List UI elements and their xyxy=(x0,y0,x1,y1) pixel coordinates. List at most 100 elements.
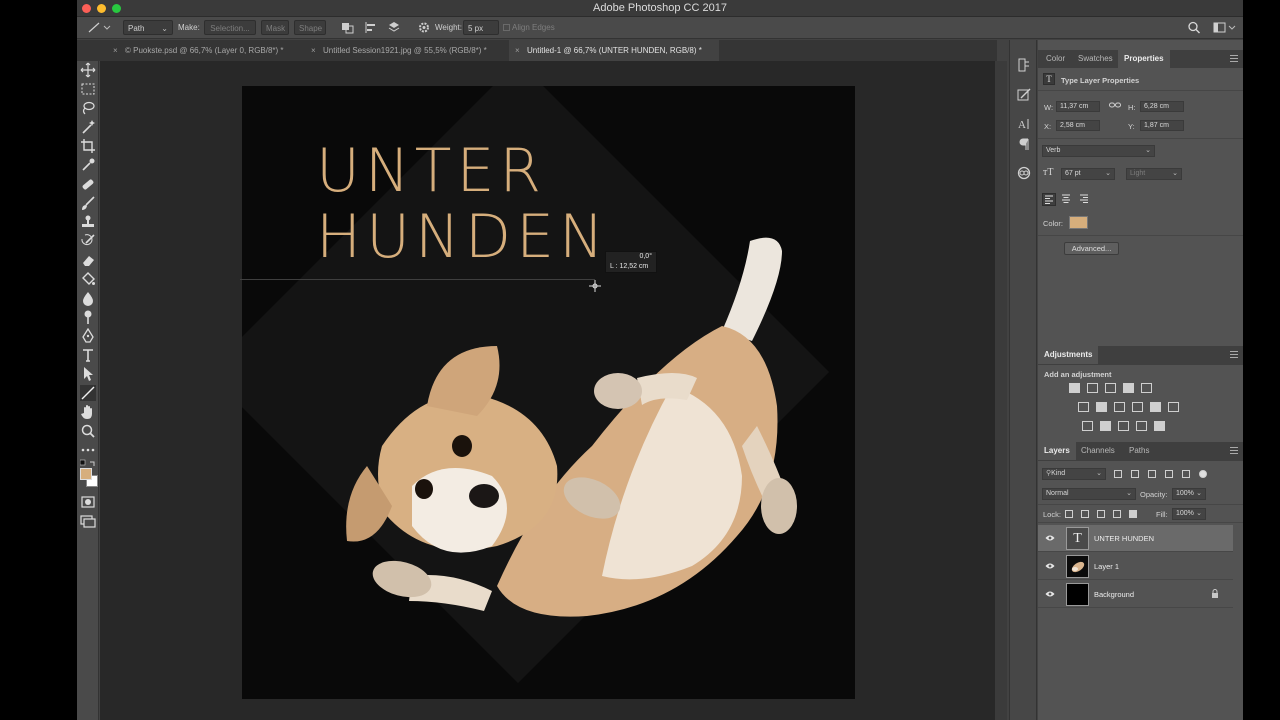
clone-stamp-tool-icon[interactable] xyxy=(80,214,96,230)
panel-menu-icon[interactable] xyxy=(1230,351,1238,358)
lock-icon[interactable] xyxy=(1211,589,1219,602)
advanced-button[interactable]: Advanced... xyxy=(1064,242,1119,255)
canvas-scrollbar[interactable] xyxy=(995,61,1007,720)
tab-channels[interactable]: Channels xyxy=(1075,442,1121,460)
eyedropper-tool-icon[interactable] xyxy=(80,157,96,173)
y-input[interactable]: 1,87 cm xyxy=(1140,120,1184,131)
tab-paths[interactable]: Paths xyxy=(1123,442,1155,460)
path-alignment-icon[interactable] xyxy=(364,20,378,35)
tab-layers[interactable]: Layers xyxy=(1038,442,1076,460)
channel-mixer-icon[interactable] xyxy=(1150,402,1161,412)
more-tools-icon[interactable] xyxy=(80,442,96,458)
height-input[interactable]: 6,28 cm xyxy=(1140,101,1184,112)
magic-wand-tool-icon[interactable] xyxy=(80,119,96,135)
vibrance-icon[interactable] xyxy=(1141,383,1152,393)
zoom-tool-icon[interactable] xyxy=(80,423,96,439)
link-dimensions-icon[interactable] xyxy=(1109,101,1121,112)
gear-icon[interactable] xyxy=(417,20,431,35)
selective-color-icon[interactable] xyxy=(1136,421,1147,431)
font-style-select[interactable]: Light ⌄ xyxy=(1126,168,1182,180)
curves-icon[interactable] xyxy=(1105,383,1116,393)
posterize-icon[interactable] xyxy=(1100,421,1111,431)
search-icon[interactable] xyxy=(1187,20,1201,35)
text-color-swatch[interactable] xyxy=(1069,216,1088,229)
fill-input[interactable]: 100% ⌄ xyxy=(1172,508,1206,520)
workspace-switcher-icon[interactable] xyxy=(1213,20,1237,35)
image-filter-icon[interactable] xyxy=(1114,470,1122,478)
tab-color[interactable]: Color xyxy=(1040,50,1071,68)
eye-icon[interactable] xyxy=(1045,590,1055,598)
close-tab-icon[interactable]: × xyxy=(113,40,118,61)
lasso-tool-icon[interactable] xyxy=(80,100,96,116)
black-white-icon[interactable] xyxy=(1114,402,1125,412)
pen-tool-preset-icon[interactable] xyxy=(85,20,111,35)
gradient-map-icon[interactable] xyxy=(1154,421,1165,431)
smart-object-filter-icon[interactable] xyxy=(1182,470,1190,478)
crop-tool-icon[interactable] xyxy=(80,138,96,154)
filter-toggle-icon[interactable] xyxy=(1199,470,1207,478)
brush-presets-icon[interactable] xyxy=(1017,88,1031,102)
layer-row-unter-hunden[interactable]: T UNTER HUNDEN xyxy=(1038,525,1233,552)
tab-swatches[interactable]: Swatches xyxy=(1072,50,1119,68)
font-family-select[interactable]: Verb ⌄ xyxy=(1042,145,1155,157)
foreground-color-swatch[interactable] xyxy=(80,468,92,480)
paragraph-panel-icon[interactable] xyxy=(1017,137,1031,151)
lock-artboard-icon[interactable] xyxy=(1113,510,1121,518)
eye-icon[interactable] xyxy=(1045,562,1055,570)
type-tool-icon[interactable] xyxy=(80,347,96,363)
invert-icon[interactable] xyxy=(1082,421,1093,431)
layer-row-layer-1[interactable]: Layer 1 xyxy=(1038,553,1233,580)
panel-menu-icon[interactable] xyxy=(1230,447,1238,454)
font-size-select[interactable]: 67 pt ⌄ xyxy=(1061,168,1115,180)
libraries-panel-icon[interactable] xyxy=(1017,166,1031,180)
shape-filter-icon[interactable] xyxy=(1165,470,1173,478)
close-tab-icon[interactable]: × xyxy=(515,40,520,61)
adjustment-filter-icon[interactable] xyxy=(1131,470,1139,478)
make-shape-button[interactable]: Shape xyxy=(294,20,326,35)
width-input[interactable]: 11,37 cm xyxy=(1056,101,1100,112)
align-right-button[interactable] xyxy=(1078,193,1092,206)
lock-pixels-icon[interactable] xyxy=(1081,510,1089,518)
path-arrangement-icon[interactable] xyxy=(387,20,401,35)
pen-tool-icon[interactable] xyxy=(80,327,96,344)
quick-mask-icon[interactable] xyxy=(80,494,96,510)
align-center-button[interactable] xyxy=(1060,193,1074,206)
levels-icon[interactable] xyxy=(1087,383,1098,393)
path-selection-tool-icon[interactable] xyxy=(80,366,96,382)
tab-untitled-1[interactable]: × Untitled-1 @ 66,7% (UNTER HUNDEN, RGB/8… xyxy=(509,40,719,61)
history-panel-icon[interactable] xyxy=(1017,58,1031,72)
tab-puokste[interactable]: × © Puokste.psd @ 66,7% (Layer 0, RGB/8*)… xyxy=(107,40,303,61)
threshold-icon[interactable] xyxy=(1118,421,1129,431)
eye-icon[interactable] xyxy=(1045,534,1055,542)
make-mask-button[interactable]: Mask xyxy=(261,20,289,35)
path-operations-icon[interactable] xyxy=(341,20,355,35)
history-brush-tool-icon[interactable] xyxy=(80,233,96,249)
line-tool-icon[interactable] xyxy=(80,385,96,401)
exposure-icon[interactable] xyxy=(1123,383,1134,393)
opacity-input[interactable]: 100% ⌄ xyxy=(1172,488,1206,500)
color-balance-icon[interactable] xyxy=(1096,402,1107,412)
make-selection-button[interactable]: Selection... xyxy=(204,20,256,35)
brightness-icon[interactable] xyxy=(1069,383,1080,393)
blur-tool-icon[interactable] xyxy=(80,290,96,306)
hue-saturation-icon[interactable] xyxy=(1078,402,1089,412)
close-tab-icon[interactable]: × xyxy=(311,40,316,61)
marquee-tool-icon[interactable] xyxy=(80,81,96,97)
lock-transparent-icon[interactable] xyxy=(1065,510,1073,518)
type-filter-icon[interactable] xyxy=(1148,470,1156,478)
tool-mode-select[interactable]: Path ⌄ xyxy=(123,20,173,35)
eraser-tool-icon[interactable] xyxy=(80,252,96,268)
character-panel-icon[interactable]: A xyxy=(1017,117,1031,131)
panel-menu-icon[interactable] xyxy=(1230,55,1238,62)
brush-tool-icon[interactable] xyxy=(80,195,96,211)
hand-tool-icon[interactable] xyxy=(80,404,96,420)
lock-all-icon[interactable] xyxy=(1129,510,1137,518)
weight-input[interactable]: 5 px xyxy=(463,20,499,35)
align-left-button[interactable] xyxy=(1042,193,1056,206)
layer-filter-kind-select[interactable]: ⚲Kind ⌄ xyxy=(1042,468,1106,480)
x-input[interactable]: 2,58 cm xyxy=(1056,120,1100,131)
screen-mode-icon[interactable] xyxy=(80,513,96,529)
align-edges-checkbox[interactable] xyxy=(503,20,511,35)
paint-bucket-tool-icon[interactable] xyxy=(80,271,96,287)
lock-position-icon[interactable] xyxy=(1097,510,1105,518)
